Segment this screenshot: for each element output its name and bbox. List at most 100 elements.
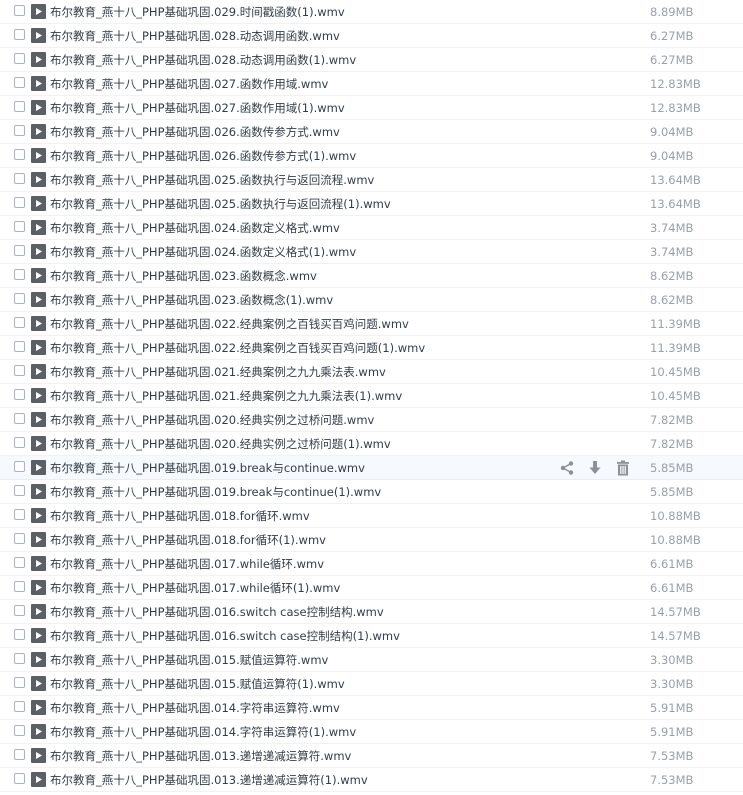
file-name[interactable]: 布尔教育_燕十八_PHP基础巩固.028.动态调用函数(1).wmv — [50, 52, 356, 68]
file-row[interactable]: 布尔教育_燕十八_PHP基础巩固.015.赋值运算符.wmv 3.30MB — [0, 648, 743, 672]
file-name[interactable]: 布尔教育_燕十八_PHP基础巩固.014.字符串运算符(1).wmv — [50, 724, 356, 740]
file-name[interactable]: 布尔教育_燕十八_PHP基础巩固.019.break与continue.wmv — [50, 460, 365, 476]
file-name[interactable]: 布尔教育_燕十八_PHP基础巩固.029.时间戳函数(1).wmv — [50, 4, 345, 20]
file-name[interactable]: 布尔教育_燕十八_PHP基础巩固.014.字符串运算符.wmv — [50, 700, 340, 716]
row-checkbox[interactable] — [14, 293, 25, 304]
file-name[interactable]: 布尔教育_燕十八_PHP基础巩固.016.switch case控制结构(1).… — [50, 628, 400, 644]
file-name[interactable]: 布尔教育_燕十八_PHP基础巩固.020.经典实例之过桥问题.wmv — [50, 412, 374, 428]
file-row[interactable]: 布尔教育_燕十八_PHP基础巩固.013.递增递减运算符(1).wmv 7.53… — [0, 768, 743, 792]
file-row[interactable]: 布尔教育_燕十八_PHP基础巩固.018.for循环.wmv 10.88MB — [0, 504, 743, 528]
file-row[interactable]: 布尔教育_燕十八_PHP基础巩固.019.break与continue(1).w… — [0, 480, 743, 504]
file-row[interactable]: 布尔教育_燕十八_PHP基础巩固.016.switch case控制结构.wmv — [0, 600, 743, 624]
file-name[interactable]: 布尔教育_燕十八_PHP基础巩固.021.经典案例之九九乘法表.wmv — [50, 364, 386, 380]
file-row[interactable]: 布尔教育_燕十八_PHP基础巩固.022.经典案例之百钱买百鸡问题(1).wmv — [0, 336, 743, 360]
file-row[interactable]: 布尔教育_燕十八_PHP基础巩固.024.函数定义格式(1).wmv 3.74M… — [0, 240, 743, 264]
file-row[interactable]: 布尔教育_燕十八_PHP基础巩固.023.函数概念(1).wmv 8.62MB — [0, 288, 743, 312]
file-name[interactable]: 布尔教育_燕十八_PHP基础巩固.022.经典案例之百钱买百鸡问题(1).wmv — [50, 340, 425, 356]
row-checkbox[interactable] — [14, 173, 25, 184]
row-checkbox[interactable] — [14, 125, 25, 136]
file-row[interactable]: 布尔教育_燕十八_PHP基础巩固.023.函数概念.wmv 8.62MB — [0, 264, 743, 288]
file-row[interactable]: 布尔教育_燕十八_PHP基础巩固.017.while循环.wmv 6.61MB — [0, 552, 743, 576]
row-checkbox[interactable] — [14, 197, 25, 208]
file-name[interactable]: 布尔教育_燕十八_PHP基础巩固.023.函数概念.wmv — [50, 268, 317, 284]
file-row[interactable]: 布尔教育_燕十八_PHP基础巩固.017.while循环(1).wmv 6.61… — [0, 576, 743, 600]
file-name[interactable]: 布尔教育_燕十八_PHP基础巩固.017.while循环(1).wmv — [50, 580, 340, 596]
file-row[interactable]: 布尔教育_燕十八_PHP基础巩固.028.动态调用函数.wmv 6.27MB — [0, 24, 743, 48]
file-name[interactable]: 布尔教育_燕十八_PHP基础巩固.018.for循环(1).wmv — [50, 532, 326, 548]
file-row[interactable]: 布尔教育_燕十八_PHP基础巩固.020.经典实例之过桥问题.wmv 7.82M… — [0, 408, 743, 432]
file-name[interactable]: 布尔教育_燕十八_PHP基础巩固.018.for循环.wmv — [50, 508, 310, 524]
file-name[interactable]: 布尔教育_燕十八_PHP基础巩固.021.经典案例之九九乘法表(1).wmv — [50, 388, 402, 404]
file-name[interactable]: 布尔教育_燕十八_PHP基础巩固.027.函数作用域.wmv — [50, 76, 328, 92]
file-name[interactable]: 布尔教育_燕十八_PHP基础巩固.026.函数传参方式.wmv — [50, 124, 340, 140]
row-checkbox[interactable] — [14, 509, 25, 520]
file-name[interactable]: 布尔教育_燕十八_PHP基础巩固.013.递增递减运算符.wmv — [50, 748, 351, 764]
row-checkbox[interactable] — [14, 29, 25, 40]
row-checkbox[interactable] — [14, 365, 25, 376]
file-row[interactable]: 布尔教育_燕十八_PHP基础巩固.021.经典案例之九九乘法表.wmv 10.4… — [0, 360, 743, 384]
file-name[interactable]: 布尔教育_燕十八_PHP基础巩固.028.动态调用函数.wmv — [50, 28, 340, 44]
row-checkbox[interactable] — [14, 485, 25, 496]
trash-icon[interactable] — [614, 459, 632, 477]
share-icon[interactable] — [558, 459, 576, 477]
row-checkbox[interactable] — [14, 677, 25, 688]
file-row[interactable]: 布尔教育_燕十八_PHP基础巩固.014.字符串运算符.wmv 5.91MB — [0, 696, 743, 720]
row-checkbox[interactable] — [14, 389, 25, 400]
row-checkbox[interactable] — [14, 653, 25, 664]
file-name[interactable]: 布尔教育_燕十八_PHP基础巩固.026.函数传参方式(1).wmv — [50, 148, 356, 164]
file-row[interactable]: 布尔教育_燕十八_PHP基础巩固.024.函数定义格式.wmv 3.74MB — [0, 216, 743, 240]
row-checkbox[interactable] — [14, 437, 25, 448]
file-row[interactable]: 布尔教育_燕十八_PHP基础巩固.026.函数传参方式.wmv 9.04MB — [0, 120, 743, 144]
row-checkbox[interactable] — [14, 413, 25, 424]
file-row[interactable]: 布尔教育_燕十八_PHP基础巩固.015.赋值运算符(1).wmv 3.30MB — [0, 672, 743, 696]
file-row[interactable]: 布尔教育_燕十八_PHP基础巩固.025.函数执行与返回流程.wmv 13.64… — [0, 168, 743, 192]
row-checkbox[interactable] — [14, 341, 25, 352]
row-checkbox[interactable] — [14, 629, 25, 640]
file-name[interactable]: 布尔教育_燕十八_PHP基础巩固.016.switch case控制结构.wmv — [50, 604, 384, 620]
file-name[interactable]: 布尔教育_燕十八_PHP基础巩固.015.赋值运算符.wmv — [50, 652, 328, 668]
file-name[interactable]: 布尔教育_燕十八_PHP基础巩固.013.递增递减运算符(1).wmv — [50, 772, 368, 788]
file-row[interactable]: 布尔教育_燕十八_PHP基础巩固.013.递增递减运算符.wmv 7.53MB — [0, 744, 743, 768]
row-checkbox[interactable] — [14, 773, 25, 784]
file-row[interactable]: 布尔教育_燕十八_PHP基础巩固.029.时间戳函数(1).wmv 8.89MB — [0, 0, 743, 24]
file-row[interactable]: 布尔教育_燕十八_PHP基础巩固.021.经典案例之九九乘法表(1).wmv 1… — [0, 384, 743, 408]
file-name[interactable]: 布尔教育_燕十八_PHP基础巩固.022.经典案例之百钱买百鸡问题.wmv — [50, 316, 409, 332]
file-row[interactable]: 布尔教育_燕十八_PHP基础巩固.014.字符串运算符(1).wmv 5.91M… — [0, 720, 743, 744]
file-row[interactable]: 布尔教育_燕十八_PHP基础巩固.025.函数执行与返回流程(1).wmv 13… — [0, 192, 743, 216]
file-row[interactable]: 布尔教育_燕十八_PHP基础巩固.028.动态调用函数(1).wmv 6.27M… — [0, 48, 743, 72]
row-checkbox[interactable] — [14, 77, 25, 88]
file-name[interactable]: 布尔教育_燕十八_PHP基础巩固.024.函数定义格式(1).wmv — [50, 244, 356, 260]
download-icon[interactable] — [586, 459, 604, 477]
row-checkbox[interactable] — [14, 221, 25, 232]
row-checkbox[interactable] — [14, 581, 25, 592]
row-checkbox[interactable] — [14, 605, 25, 616]
row-checkbox[interactable] — [14, 725, 25, 736]
file-row[interactable]: 布尔教育_燕十八_PHP基础巩固.018.for循环(1).wmv 10.88M… — [0, 528, 743, 552]
file-row[interactable]: 布尔教育_燕十八_PHP基础巩固.027.函数作用域(1).wmv 12.83M… — [0, 96, 743, 120]
row-checkbox[interactable] — [14, 557, 25, 568]
file-name[interactable]: 布尔教育_燕十八_PHP基础巩固.015.赋值运算符(1).wmv — [50, 676, 345, 692]
file-name[interactable]: 布尔教育_燕十八_PHP基础巩固.025.函数执行与返回流程.wmv — [50, 172, 374, 188]
file-row[interactable]: 布尔教育_燕十八_PHP基础巩固.016.switch case控制结构(1).… — [0, 624, 743, 648]
file-row[interactable]: 布尔教育_燕十八_PHP基础巩固.020.经典实例之过桥问题(1).wmv 7.… — [0, 432, 743, 456]
file-name[interactable]: 布尔教育_燕十八_PHP基础巩固.020.经典实例之过桥问题(1).wmv — [50, 436, 391, 452]
file-name[interactable]: 布尔教育_燕十八_PHP基础巩固.027.函数作用域(1).wmv — [50, 100, 345, 116]
row-checkbox[interactable] — [14, 245, 25, 256]
file-name[interactable]: 布尔教育_燕十八_PHP基础巩固.024.函数定义格式.wmv — [50, 220, 340, 236]
row-checkbox[interactable] — [14, 269, 25, 280]
file-row[interactable]: 布尔教育_燕十八_PHP基础巩固.022.经典案例之百钱买百鸡问题.wmv 11… — [0, 312, 743, 336]
row-checkbox[interactable] — [14, 101, 25, 112]
row-checkbox[interactable] — [14, 701, 25, 712]
file-row[interactable]: 布尔教育_燕十八_PHP基础巩固.019.break与continue.wmv — [0, 456, 743, 480]
file-name[interactable]: 布尔教育_燕十八_PHP基础巩固.017.while循环.wmv — [50, 556, 324, 572]
file-name[interactable]: 布尔教育_燕十八_PHP基础巩固.023.函数概念(1).wmv — [50, 292, 333, 308]
file-row[interactable]: 布尔教育_燕十八_PHP基础巩固.027.函数作用域.wmv 12.83MB — [0, 72, 743, 96]
row-checkbox[interactable] — [14, 317, 25, 328]
file-row[interactable]: 布尔教育_燕十八_PHP基础巩固.026.函数传参方式(1).wmv 9.04M… — [0, 144, 743, 168]
row-checkbox[interactable] — [14, 533, 25, 544]
row-checkbox[interactable] — [14, 749, 25, 760]
row-checkbox[interactable] — [14, 5, 25, 16]
file-name[interactable]: 布尔教育_燕十八_PHP基础巩固.019.break与continue(1).w… — [50, 484, 381, 500]
row-checkbox[interactable] — [14, 149, 25, 160]
file-name[interactable]: 布尔教育_燕十八_PHP基础巩固.025.函数执行与返回流程(1).wmv — [50, 196, 391, 212]
